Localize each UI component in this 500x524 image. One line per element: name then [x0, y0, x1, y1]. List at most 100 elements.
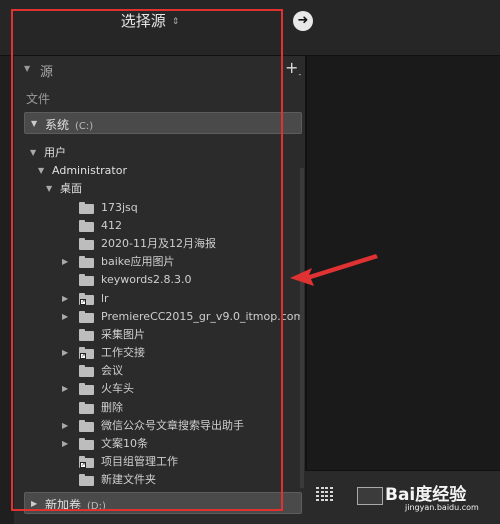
folder-icon — [79, 219, 94, 232]
folder-icon — [79, 419, 94, 432]
expand-triangle-icon[interactable]: ▼ — [31, 119, 37, 128]
folder-item-label: 文案10条 — [101, 437, 148, 450]
folder-item-label: 新建文件夹 — [101, 473, 156, 487]
expand-triangle-icon[interactable]: ▶ — [62, 344, 68, 362]
expand-triangle-icon[interactable]: ▶ — [62, 380, 68, 398]
source-panel: ▼ 源 +- 文件 ▼ 系统 (C:) ▼ 用户 ▼ Administrator ▼ 桌面 1… — [14, 56, 305, 524]
grid-cell — [329, 491, 333, 493]
folder-item-label: 采集图片 — [101, 327, 145, 341]
shortcut-arrow-icon: ↗ — [80, 298, 86, 305]
folder-icon — [79, 328, 94, 341]
loupe-view-button[interactable] — [357, 487, 383, 505]
folder-icon — [79, 474, 94, 487]
folder-icon — [79, 365, 94, 378]
annotation-arrow-icon — [290, 254, 378, 286]
folder-icon — [79, 237, 94, 250]
folder-item-label: baike应用图片 — [101, 255, 175, 269]
tree-node[interactable]: ▼ 用户 — [24, 144, 296, 162]
scrollbar[interactable] — [300, 168, 304, 488]
folder-item[interactable]: 173jsq — [24, 199, 296, 217]
folder-icon: ↗ — [79, 292, 94, 305]
folder-item-label: 工作交接 — [101, 346, 145, 360]
folder-tree: ▼ 用户 ▼ Administrator ▼ 桌面 173jsq 412 2020-11月及12… — [24, 144, 304, 490]
source-selector-label: 选择源 — [120, 12, 166, 30]
folder-icon — [79, 274, 94, 287]
folder-item[interactable]: ▶ 微信公众号文章搜索导出助手 — [24, 417, 296, 435]
grid-cell — [320, 499, 324, 501]
source-selector[interactable]: 选择源 ⇕ — [0, 10, 300, 31]
tree-node-label: Administrator — [52, 164, 127, 178]
folder-item-label: 火车头 — [101, 382, 134, 396]
expand-triangle-icon[interactable]: ▶ — [62, 417, 68, 435]
expand-triangle-icon[interactable]: ▶ — [62, 308, 68, 326]
expand-triangle-icon[interactable]: ▼ — [30, 144, 36, 162]
expand-triangle-icon[interactable]: ▶ — [62, 290, 68, 308]
folder-icon — [79, 383, 94, 396]
grid-cell — [329, 487, 333, 489]
expand-triangle-icon[interactable]: ▼ — [38, 162, 44, 180]
arrow-right-icon[interactable]: ➜ — [293, 11, 313, 31]
files-section-label: 文件 — [26, 92, 51, 106]
grid-cell — [325, 495, 328, 497]
volume-c-path: (C:) — [75, 121, 94, 132]
folder-icon — [79, 438, 94, 450]
folder-icon — [79, 401, 94, 414]
grid-cell — [325, 491, 328, 493]
shortcut-arrow-icon: ↗ — [80, 353, 86, 360]
folder-item[interactable]: 会议 — [24, 362, 296, 380]
folder-item[interactable]: 采集图片 — [24, 326, 296, 344]
grid-cell — [329, 495, 333, 497]
tree-node[interactable]: ▼ Administrator — [24, 162, 296, 180]
shortcut-arrow-icon: ↗ — [80, 462, 86, 469]
grid-cell — [325, 487, 328, 489]
folder-item[interactable]: ▶ ↗ 工作交接 — [24, 344, 296, 362]
folder-item-label: PremiereCC2015_gr_v9.0_itmop.com — [101, 309, 305, 323]
grid-cell — [316, 499, 319, 501]
collapse-triangle-icon[interactable]: ▼ — [24, 64, 30, 73]
selector-caret-icon: ⇕ — [171, 16, 180, 27]
volume-c[interactable]: ▼ 系统 (C:) — [24, 112, 302, 134]
volume-d[interactable]: ▶ 新加卷 (D:) — [24, 492, 302, 514]
folder-icon — [79, 201, 94, 214]
folder-item[interactable]: ▶ baike应用图片 — [24, 253, 296, 271]
folder-item[interactable]: ▶ PremiereCC2015_gr_v9.0_itmop.com — [24, 308, 304, 326]
add-source-button[interactable]: +- — [285, 58, 301, 79]
grid-cell — [316, 487, 319, 489]
tree-node[interactable]: ▼ 桌面 — [24, 180, 296, 198]
volume-c-name: 系统 — [45, 118, 70, 132]
folder-item[interactable]: ↗ 项目组管理工作 — [24, 453, 296, 471]
add-source-menu-indicator: - — [298, 70, 302, 80]
expand-triangle-icon[interactable]: ▶ — [62, 435, 68, 453]
expand-triangle-icon[interactable]: ▶ — [62, 253, 68, 271]
watermark-url: jingyan.baidu.com — [405, 503, 479, 512]
folder-item[interactable]: 新建文件夹 — [24, 471, 296, 489]
grid-cell — [329, 499, 333, 501]
folder-item[interactable]: 412 — [24, 217, 296, 235]
folder-icon — [79, 256, 94, 269]
folder-item-label: 412 — [101, 218, 122, 232]
folder-item[interactable]: 2020-11月及12月海报 — [24, 235, 296, 253]
expand-triangle-icon[interactable]: ▶ — [31, 499, 37, 508]
folder-item[interactable]: ▶ 文案10条 — [24, 435, 296, 453]
source-panel-title: 源 — [40, 65, 54, 80]
tree-node-label: 用户 — [44, 146, 66, 159]
folder-item[interactable]: 删除 — [24, 399, 296, 417]
watermark-brand: Bai度经验 — [385, 485, 467, 505]
grid-view-icon[interactable] — [316, 487, 333, 502]
source-panel-header[interactable]: ▼ 源 +- — [14, 56, 305, 82]
folder-item[interactable]: ▶ 火车头 — [24, 380, 296, 398]
grid-cell — [325, 499, 328, 501]
volume-d-path: (D:) — [87, 501, 106, 512]
folder-icon — [79, 310, 94, 323]
folder-item[interactable]: ▶ ↗ lr — [24, 290, 296, 308]
expand-triangle-icon[interactable]: ▼ — [46, 180, 52, 198]
grid-cell — [316, 491, 319, 493]
folder-item-label: lr — [101, 291, 109, 305]
folder-item-label: 2020-11月及12月海报 — [101, 236, 216, 250]
volume-d-name: 新加卷 — [45, 498, 82, 512]
plus-icon: + — [285, 58, 299, 77]
folder-item-label: 会议 — [101, 364, 123, 378]
grid-cell — [320, 487, 324, 489]
folder-icon: ↗ — [79, 347, 94, 360]
folder-item[interactable]: keywords2.8.3.0 — [24, 271, 296, 289]
